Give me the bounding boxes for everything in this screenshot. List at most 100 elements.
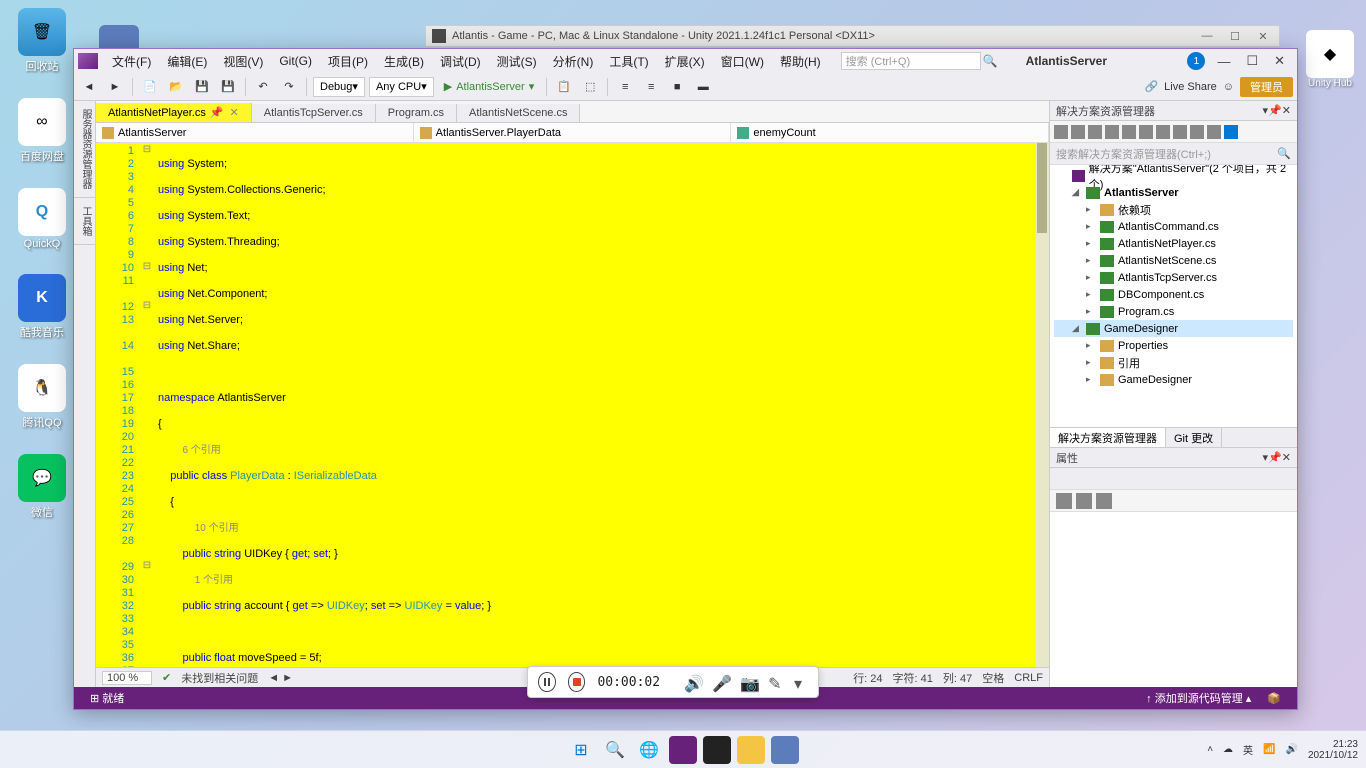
menu-analyze[interactable]: 分析(N)	[545, 51, 602, 72]
panel-close-icon[interactable]: ✕	[1282, 104, 1291, 117]
sync-icon[interactable]	[1071, 125, 1085, 139]
menu-extensions[interactable]: 扩展(X)	[657, 51, 713, 72]
file-netplayer[interactable]: ▸AtlantisNetPlayer.cs	[1054, 235, 1293, 252]
gamedesigner-folder[interactable]: ▸GameDesigner	[1054, 371, 1293, 388]
nav-member[interactable]: enemyCount	[731, 123, 1049, 142]
vs-search-input[interactable]: 搜索 (Ctrl+Q)	[841, 52, 981, 70]
tab-solution-explorer[interactable]: 解决方案资源管理器	[1050, 428, 1166, 447]
camera-off-icon[interactable]: 📷	[740, 674, 756, 690]
explorer-icon[interactable]	[737, 736, 765, 764]
tab-netplayer[interactable]: AtlantisNetPlayer.cs📌✕	[96, 103, 252, 122]
search-button[interactable]: 🔍	[601, 736, 629, 764]
unity-taskbar-icon[interactable]	[703, 736, 731, 764]
props-combo[interactable]	[1050, 468, 1297, 490]
tab-tcpserver[interactable]: AtlantisTcpServer.cs	[252, 104, 376, 122]
solution-root[interactable]: 解决方案"AtlantisServer"(2 个项目，共 2 个)	[1054, 167, 1293, 184]
vs-taskbar-icon[interactable]	[669, 736, 697, 764]
tb-icon-4[interactable]: ≡	[640, 76, 662, 98]
props-wrench-icon[interactable]	[1096, 493, 1112, 509]
props-pin-icon[interactable]: 📌	[1268, 451, 1282, 464]
menu-help[interactable]: 帮助(H)	[772, 51, 829, 72]
undo-button[interactable]: ↶	[252, 76, 274, 98]
references-node[interactable]: ▸引用	[1054, 354, 1293, 371]
config-dropdown[interactable]: Debug ▾	[313, 77, 365, 97]
feedback-icon[interactable]: ☺	[1223, 81, 1234, 93]
pen-icon[interactable]: ✎	[768, 674, 782, 690]
menu-edit[interactable]: 编辑(E)	[159, 51, 215, 72]
props-close-icon[interactable]: ✕	[1282, 451, 1291, 464]
wifi-icon[interactable]: 📶	[1263, 744, 1275, 755]
pause-button[interactable]	[538, 672, 556, 692]
back-button[interactable]: ◄	[78, 76, 100, 98]
menu-build[interactable]: 生成(B)	[376, 51, 432, 72]
server-explorer-tab[interactable]: 服务器资源管理器	[74, 101, 95, 198]
save-all-button[interactable]: 💾	[217, 76, 239, 98]
baidu-netdisk[interactable]: ∞ 百度网盘	[8, 98, 76, 164]
nav-project[interactable]: AtlantisServer	[96, 123, 414, 142]
collapse-icon[interactable]	[1105, 125, 1119, 139]
menu-file[interactable]: 文件(F)	[104, 51, 159, 72]
tb-icon-6[interactable]: ▬	[692, 76, 714, 98]
unity-maximize-button[interactable]: ☐	[1225, 30, 1245, 43]
open-button[interactable]: 📂	[165, 76, 187, 98]
refresh-icon[interactable]	[1088, 125, 1102, 139]
status-add-source[interactable]: ↑ 添加到源代码管理 ▴	[1138, 690, 1259, 706]
login-button[interactable]: 管理员	[1240, 77, 1293, 97]
vs-maximize-button[interactable]: ☐	[1238, 53, 1266, 69]
stop-button[interactable]	[568, 672, 586, 692]
nav-class[interactable]: AtlantisServer.PlayerData	[414, 123, 732, 142]
dependencies-node[interactable]: ▸依赖项	[1054, 201, 1293, 218]
save-button[interactable]: 💾	[191, 76, 213, 98]
notification-badge[interactable]: 1	[1187, 52, 1205, 70]
file-dbcomponent[interactable]: ▸DBComponent.cs	[1054, 286, 1293, 303]
issues-label[interactable]: 未找到相关问题	[181, 670, 258, 686]
unity-minimize-button[interactable]: —	[1197, 30, 1217, 43]
tb-icon-2[interactable]: ⬚	[579, 76, 601, 98]
preview-icon[interactable]	[1156, 125, 1170, 139]
menu-window[interactable]: 窗口(W)	[713, 51, 772, 72]
start-button[interactable]: ⊞	[567, 736, 595, 764]
new-button[interactable]: 📄	[139, 76, 161, 98]
audio-icon[interactable]: 🔊	[684, 674, 700, 690]
status-repo-icon[interactable]: 📦	[1259, 692, 1289, 705]
liveshare-button[interactable]: Live Share	[1164, 81, 1217, 93]
file-tcpserver[interactable]: ▸AtlantisTcpServer.cs	[1054, 269, 1293, 286]
nav-arrows[interactable]: ◄ ►	[268, 672, 293, 684]
kuwo-music[interactable]: K 酷我音乐	[8, 274, 76, 340]
clock[interactable]: 21:232021/10/12	[1308, 739, 1358, 761]
redo-button[interactable]: ↷	[278, 76, 300, 98]
tab-netscene[interactable]: AtlantisNetScene.cs	[457, 104, 580, 122]
camera-taskbar-icon[interactable]	[771, 736, 799, 764]
vertical-scrollbar[interactable]	[1035, 143, 1049, 667]
show-all-icon[interactable]	[1122, 125, 1136, 139]
mic-mute-icon[interactable]: 🎤	[712, 674, 728, 690]
tb-ic-9[interactable]	[1190, 125, 1204, 139]
menu-git[interactable]: Git(G)	[271, 52, 320, 70]
tb-ic-8[interactable]	[1173, 125, 1187, 139]
close-icon[interactable]: ✕	[230, 107, 239, 119]
pin-icon[interactable]: 📌	[210, 107, 224, 119]
unity-window-titlebar[interactable]: Atlantis - Game - PC, Mac & Linux Standa…	[425, 25, 1280, 47]
more-icon[interactable]: ▾	[794, 674, 808, 690]
wrench-icon[interactable]	[1207, 125, 1221, 139]
onedrive-icon[interactable]: ☁	[1223, 744, 1233, 755]
menu-tools[interactable]: 工具(T)	[601, 51, 656, 72]
solution-tree[interactable]: 解决方案"AtlantisServer"(2 个项目，共 2 个) ◢Atlan…	[1050, 165, 1297, 427]
toolbox-tab[interactable]: 工具箱	[74, 198, 95, 245]
properties-node[interactable]: ▸Properties	[1054, 337, 1293, 354]
volume-icon[interactable]: 🔊	[1285, 744, 1297, 755]
wechat[interactable]: 💬 微信	[8, 454, 76, 520]
vs-minimize-button[interactable]: —	[1209, 54, 1238, 69]
vs-close-button[interactable]: ✕	[1266, 53, 1293, 69]
menu-project[interactable]: 项目(P)	[320, 51, 376, 72]
screen-recorder-bar[interactable]: 00:00:02 🔊 🎤 📷 ✎ ▾	[527, 666, 819, 698]
platform-dropdown[interactable]: Any CPU ▾	[369, 77, 434, 97]
categorize-icon[interactable]	[1056, 493, 1072, 509]
edge-icon[interactable]: 🌐	[635, 736, 663, 764]
fold-gutter[interactable]: ⊟⊟⊟⊟⊟	[140, 143, 154, 667]
properties-icon[interactable]	[1139, 125, 1153, 139]
menu-test[interactable]: 测试(S)	[489, 51, 545, 72]
code-editor[interactable]: 1234567891011121314151617181920212223242…	[96, 143, 1049, 667]
ime-indicator[interactable]: 英	[1243, 742, 1253, 757]
home-icon[interactable]	[1054, 125, 1068, 139]
